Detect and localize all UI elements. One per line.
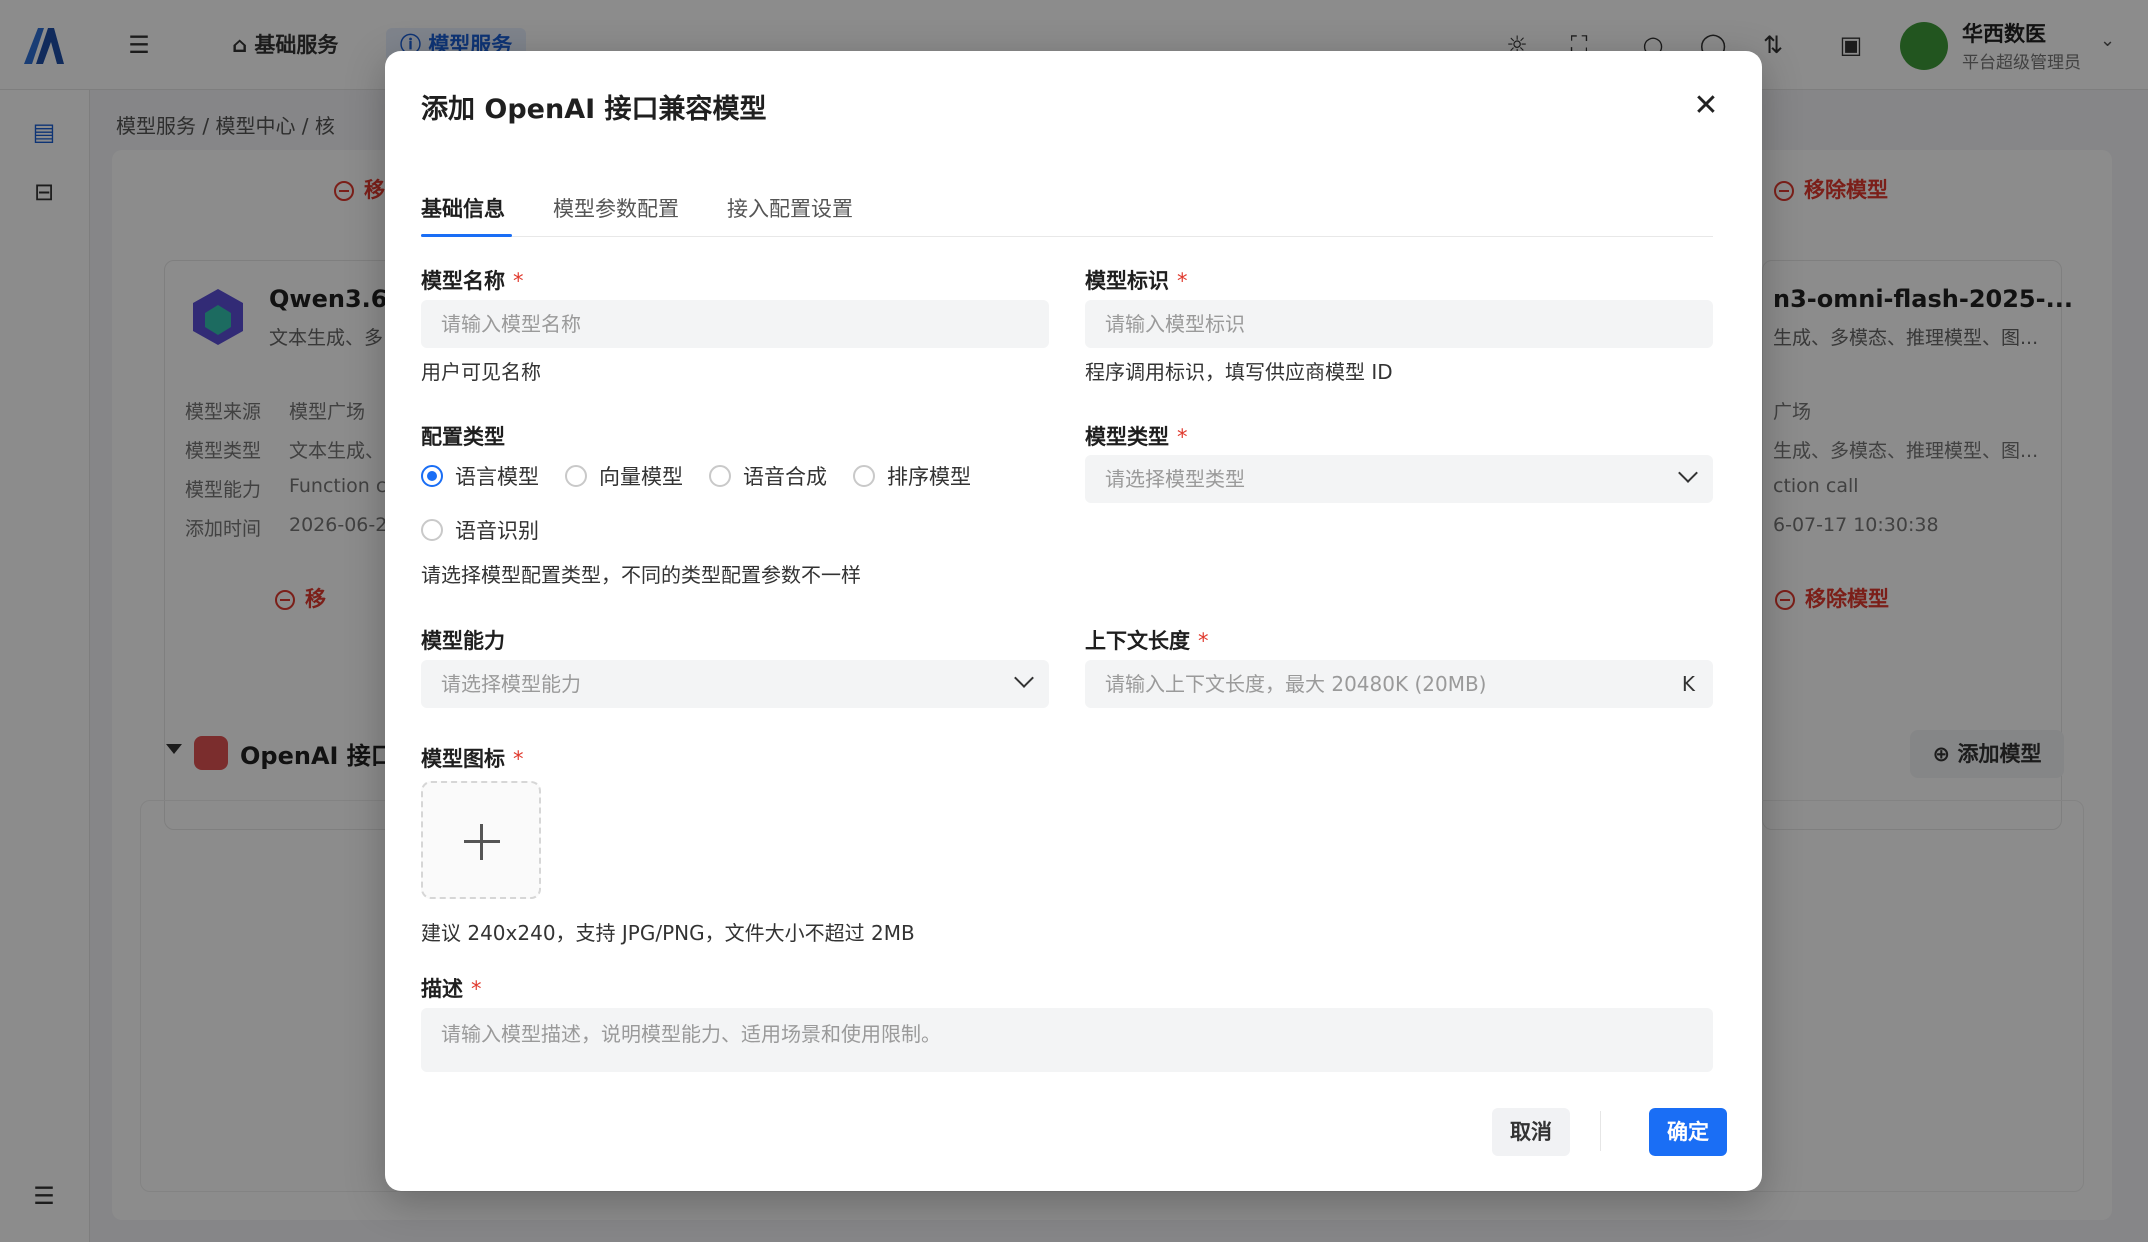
radio-dot [421, 519, 443, 541]
required-mark: * [1177, 269, 1188, 293]
cancel-button[interactable]: 取消 [1492, 1108, 1570, 1156]
context-length-label: 上下文长度 * [1085, 629, 1209, 653]
required-mark: * [513, 269, 524, 293]
close-icon[interactable]: ✕ [1691, 91, 1721, 121]
model-name-help: 用户可见名称 [421, 360, 541, 384]
dialog-title: 添加 OpenAI 接口兼容模型 [421, 94, 767, 125]
model-type-select[interactable]: 请选择模型类型 [1085, 455, 1713, 503]
tab-basic-info[interactable]: 基础信息 [421, 193, 505, 223]
required-mark: * [1198, 629, 1209, 653]
description-textarea[interactable]: 请输入模型描述，说明模型能力、适用场景和使用限制。 [421, 1008, 1713, 1072]
chevron-down-icon [1678, 463, 1698, 483]
tab-access-config[interactable]: 接入配置设置 [727, 193, 853, 223]
chevron-down-icon [1014, 668, 1034, 688]
add-model-dialog: 添加 OpenAI 接口兼容模型 ✕ 基础信息 模型参数配置 接入配置设置 模型… [385, 51, 1762, 1191]
icon-label: 模型图标 * [421, 747, 524, 771]
radio-language-model[interactable]: 语言模型 [421, 461, 539, 491]
ok-button[interactable]: 确定 [1649, 1108, 1727, 1156]
footer-divider [1600, 1111, 1601, 1151]
context-length-input[interactable]: 请输入上下文长度，最大 20480K (20MB) K [1085, 660, 1713, 708]
required-mark: * [471, 977, 482, 1001]
tab-active-indicator [421, 234, 512, 237]
icon-upload[interactable] [421, 781, 541, 899]
model-id-help: 程序调用标识，填写供应商模型 ID [1085, 360, 1393, 384]
description-label: 描述 * [421, 977, 482, 1001]
required-mark: * [1177, 425, 1188, 449]
radio-rerank-model[interactable]: 排序模型 [853, 461, 971, 491]
radio-dot [709, 465, 731, 487]
radio-dot [853, 465, 875, 487]
radio-dot [421, 465, 443, 487]
capability-select[interactable]: 请选择模型能力 [421, 660, 1049, 708]
model-name-label: 模型名称 * [421, 269, 524, 293]
config-type-help: 请选择模型配置类型，不同的类型配置参数不一样 [421, 563, 861, 587]
radio-speech-recognition[interactable]: 语音识别 [421, 515, 539, 545]
required-mark: * [513, 747, 524, 771]
tab-model-params[interactable]: 模型参数配置 [553, 193, 679, 223]
dialog-tabs: 基础信息 模型参数配置 接入配置设置 [421, 181, 1713, 237]
radio-dot [565, 465, 587, 487]
unit-suffix: K [1681, 672, 1695, 696]
radio-speech-synthesis[interactable]: 语音合成 [709, 461, 827, 491]
model-id-label: 模型标识 * [1085, 269, 1188, 293]
model-type-label: 模型类型 * [1085, 425, 1188, 449]
config-type-label: 配置类型 [421, 425, 505, 449]
capability-label: 模型能力 [421, 629, 505, 653]
radio-vector-model[interactable]: 向量模型 [565, 461, 683, 491]
icon-help: 建议 240x240，支持 JPG/PNG，文件大小不超过 2MB [421, 921, 915, 945]
model-name-input[interactable]: 请输入模型名称 [421, 300, 1049, 348]
model-id-input[interactable]: 请输入模型标识 [1085, 300, 1713, 348]
